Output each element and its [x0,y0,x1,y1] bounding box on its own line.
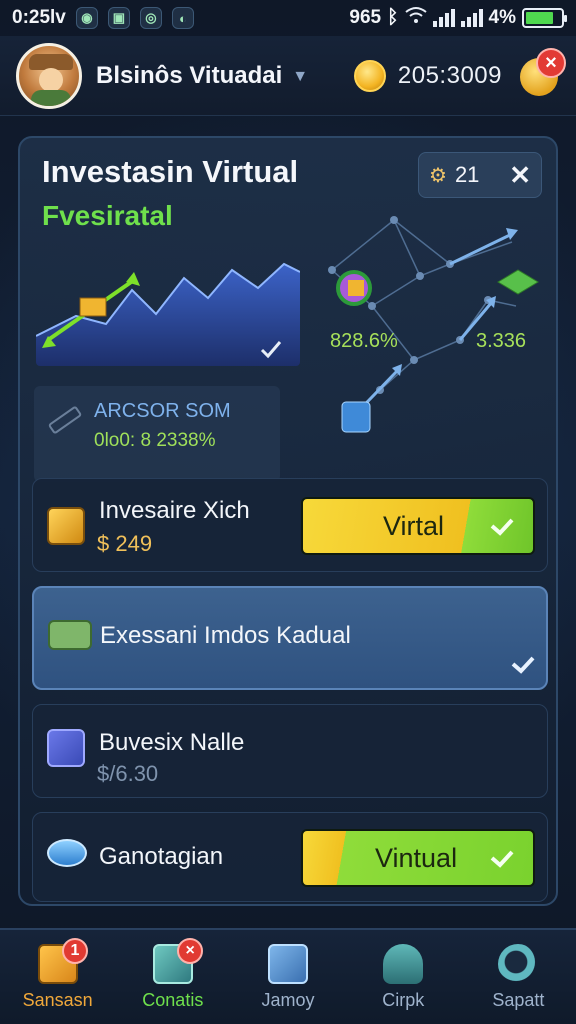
nav-item-sapatt[interactable]: Sapatt [461,930,576,1024]
gear-icon: ⚙ [429,164,447,187]
coin-icon [353,59,386,92]
nav-item-cirpk[interactable]: Cirpk [346,930,461,1024]
wifi-icon [404,6,427,30]
profile-icon [383,943,424,984]
avatar[interactable] [16,42,82,109]
notification-app-icon: ◐ [171,7,194,29]
cash-icon [48,620,92,650]
nav-label: Cirpk [382,989,425,1010]
list-item-selected[interactable]: Exessani Imdos Kadual [32,586,548,690]
nav-label: Jamoy [261,989,315,1010]
arcsor-title: ARCSOR SOM [94,400,231,422]
button-label: Virtal [383,510,445,541]
search-icon [498,943,539,984]
row-price: $/6.30 [97,761,159,786]
nav-badge: 1 [62,938,88,964]
notification-app-icon: ◉ [75,7,98,29]
nav-item-conatis[interactable]: × Conatis [115,930,230,1024]
home-icon [268,943,308,984]
notification-app-icon: ◎ [139,7,162,29]
nav-badge: × [177,938,204,964]
card-subtitle: Fvesiratal [42,200,173,231]
app-title: Blsinôs Vituadai [96,61,283,89]
top-bar: Blsinôs Vituadai ▼ 205:3009 × [0,36,576,116]
level-value: 21 [454,162,480,187]
ticket-icon [47,405,83,435]
row-label: Exessani Imdos Kadual [100,622,351,649]
status-bar: 0:25lv ◉ ▣ ◎ ◐ 965 ᛒ 4% [0,0,576,36]
arcsor-value: 0lo0: 8 2338% [94,430,216,451]
vault-icon [47,729,85,767]
check-icon [490,850,514,868]
list-item[interactable]: Ganotagian Vintual [32,812,548,902]
signal-icon [460,9,483,27]
left-return-label: 828.6% [330,330,398,352]
coin-balance[interactable]: 205:3009 [353,59,502,92]
list-item[interactable]: Buvesix Nalle $/6.30 [32,704,548,798]
battery-percent: 4% [488,7,516,28]
status-network-text: 965 [349,7,382,28]
battery-icon [522,8,567,28]
close-icon[interactable]: ✕ [509,160,531,191]
token-icon [47,839,87,867]
investment-card: Investasin Virtual Fvesiratal ⚙ 21 ✕ 828… [18,136,558,906]
investment-network: 828.6% 3.336 [302,210,552,470]
nav-label: Sapatt [492,989,545,1010]
arcsor-stat-card: ARCSOR SOM 0lo0: 8 2338% [34,386,280,482]
nav-label: Conatis [142,989,204,1010]
notification-app-icon: ▣ [107,7,130,29]
growth-chart [36,258,300,366]
bottom-nav: 1 Sansasn × Conatis Jamoy Cirpk Sapatt [0,928,576,1024]
nav-label: Sansasn [22,989,93,1010]
row-label: Invesaire Xich [99,497,250,524]
virtual-invest-button[interactable]: Virtal [301,497,535,555]
nav-item-sansasn[interactable]: 1 Sansasn [0,930,115,1024]
profile-selector[interactable]: Blsinôs Vituadai ▼ [96,62,308,90]
card-title: Investasin Virtual [42,154,299,189]
row-label: Buvesix Nalle [99,729,245,756]
level-chip: ⚙ 21 ✕ [418,152,542,198]
coin-count: 205:3009 [397,61,502,89]
button-label: Vintual [375,842,458,873]
chevron-down-icon: ▼ [292,67,309,85]
notification-badge[interactable]: × [536,48,566,78]
bluetooth-icon: ᛒ [387,7,399,28]
virtual-invest-button[interactable]: Vintual [301,829,535,887]
nav-item-jamoy[interactable]: Jamoy [230,930,345,1024]
row-label: Ganotagian [99,843,224,870]
signal-icon [432,9,455,27]
row-price: $ 249 [97,531,153,556]
list-item[interactable]: Invesaire Xich $ 249 Virtal [32,478,548,572]
right-return-label: 3.336 [476,330,527,352]
status-time: 0:25lv [12,7,66,28]
crate-icon [47,507,85,545]
check-icon [511,656,535,674]
check-icon [490,518,514,536]
